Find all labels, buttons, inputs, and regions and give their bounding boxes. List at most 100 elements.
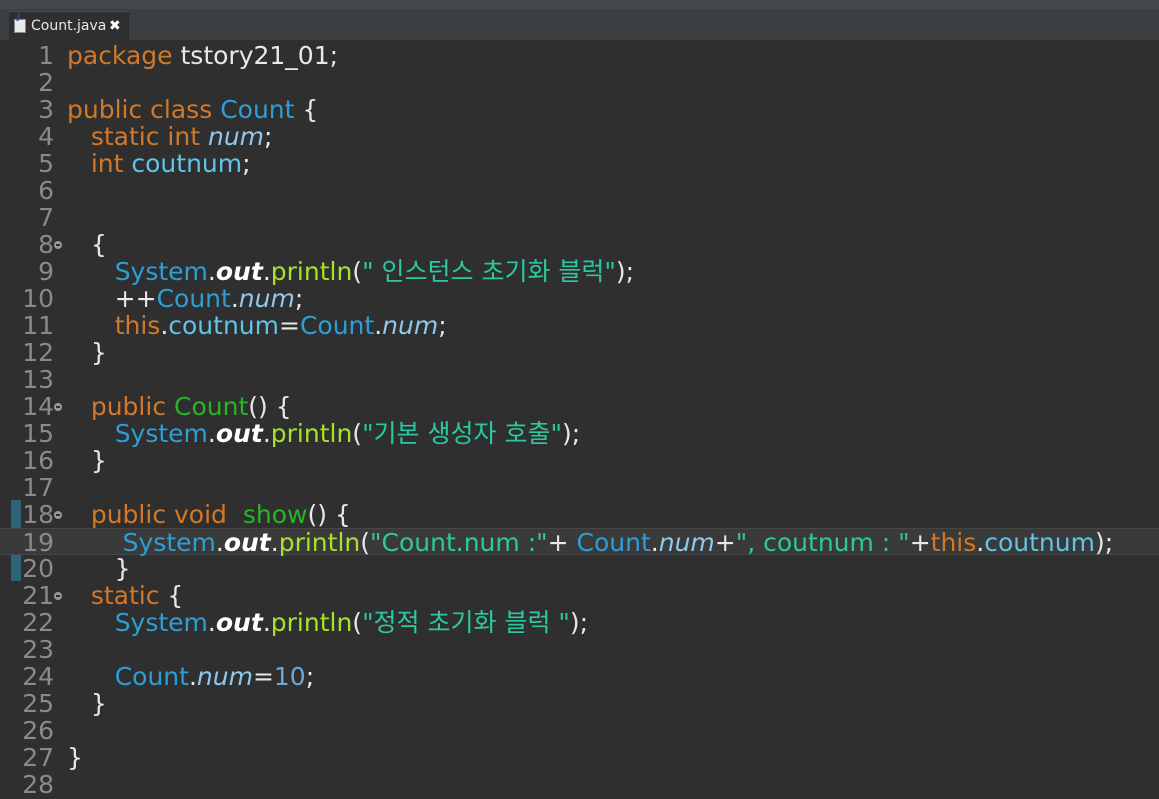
- line-number: 25: [22, 689, 54, 718]
- code-editor[interactable]: 1 package tstory21_01; 2 3 public class Coun…: [0, 40, 1159, 798]
- code-token: coutnum: [168, 311, 279, 340]
- code-token: out: [223, 528, 271, 557]
- code-text: }: [67, 447, 107, 474]
- code-line[interactable]: 2: [0, 69, 1159, 96]
- code-line[interactable]: 21 static {: [0, 582, 1159, 609]
- code-token: ;: [294, 284, 304, 313]
- code-line[interactable]: 17: [0, 474, 1159, 501]
- code-text: }: [67, 690, 107, 717]
- code-text: package tstory21_01;: [67, 42, 338, 69]
- code-line[interactable]: 3 public class Count {: [0, 96, 1159, 123]
- code-token: {: [294, 95, 319, 124]
- collapse-icon[interactable]: [54, 241, 62, 249]
- code-line[interactable]: 18 public void show() {: [0, 501, 1159, 528]
- code-line[interactable]: 13: [0, 366, 1159, 393]
- line-number: 22: [22, 608, 54, 637]
- code-token: );: [615, 257, 635, 286]
- code-token: .: [262, 257, 271, 286]
- tab-count-java[interactable]: Count.java ✖: [9, 11, 129, 41]
- code-line[interactable]: 24 Count.num=10;: [0, 663, 1159, 690]
- code-text: public class Count {: [67, 96, 318, 123]
- code-line[interactable]: 20 }: [0, 555, 1159, 582]
- code-line[interactable]: 14 public Count() {: [0, 393, 1159, 420]
- code-token: Count: [114, 662, 189, 691]
- code-token: println: [270, 419, 353, 448]
- code-line[interactable]: 16 }: [0, 447, 1159, 474]
- code-token: ;: [438, 311, 447, 340]
- code-token: (: [352, 257, 363, 286]
- code-token: {: [67, 230, 107, 259]
- code-line[interactable]: 25 }: [0, 690, 1159, 717]
- line-number: 11: [22, 311, 54, 340]
- code-line[interactable]: 6: [0, 177, 1159, 204]
- code-token: {: [159, 581, 184, 610]
- code-text: System.out.println(" 인스턴스 초기화 블럭");: [67, 258, 634, 285]
- line-number: 18: [22, 500, 54, 529]
- code-token: (: [352, 608, 363, 637]
- code-token: public void: [90, 500, 227, 529]
- code-token: System: [114, 608, 208, 637]
- code-line[interactable]: 26: [0, 717, 1159, 744]
- code-line[interactable]: 12 }: [0, 339, 1159, 366]
- line-number: 10: [22, 284, 54, 313]
- code-line[interactable]: 10 ++Count.num;: [0, 285, 1159, 312]
- code-token: coutnum: [984, 528, 1095, 557]
- code-token: Count: [156, 284, 231, 313]
- line-number: 16: [22, 446, 54, 475]
- line-number: 3: [38, 95, 54, 124]
- code-token: System: [122, 528, 216, 557]
- code-line[interactable]: 15 System.out.println("기본 생성자 호출");: [0, 420, 1159, 447]
- code-token: .: [230, 284, 239, 313]
- code-line[interactable]: 8 {: [0, 231, 1159, 258]
- line-number: 28: [22, 770, 54, 799]
- code-token: package: [67, 41, 173, 70]
- code-token: int: [90, 149, 124, 178]
- code-token: " 인스턴스 초기화 블럭": [362, 257, 616, 286]
- code-token: this: [930, 528, 977, 557]
- code-text: System.out.println("기본 생성자 호출");: [67, 420, 580, 447]
- code-token: 10: [273, 662, 306, 691]
- code-line[interactable]: 11 this.coutnum=Count.num;: [0, 312, 1159, 339]
- code-text: }: [67, 744, 83, 771]
- code-text: }: [67, 555, 131, 582]
- code-line[interactable]: 27}: [0, 744, 1159, 771]
- code-token: }: [67, 743, 83, 772]
- code-line[interactable]: 1 package tstory21_01;: [0, 42, 1159, 69]
- code-token: System: [114, 257, 208, 286]
- collapse-icon[interactable]: [54, 403, 62, 411]
- line-number: 2: [38, 68, 54, 97]
- code-line[interactable]: 19 System.out.println("Count.num :"+ Cou…: [0, 528, 1159, 557]
- code-token: static int: [90, 122, 201, 151]
- line-number: 12: [22, 338, 54, 367]
- code-token: System: [114, 419, 208, 448]
- tab-label: Count.java: [31, 18, 107, 34]
- code-line[interactable]: 4 static int num;: [0, 123, 1159, 150]
- code-line[interactable]: 7: [0, 204, 1159, 231]
- code-line[interactable]: 28: [0, 771, 1159, 798]
- code-line[interactable]: 23: [0, 636, 1159, 663]
- code-line[interactable]: 5 int coutnum;: [0, 150, 1159, 177]
- code-token: =: [252, 662, 274, 691]
- code-token: ;: [264, 122, 273, 151]
- code-text: System.out.println("Count.num :"+ Count.…: [67, 528, 1114, 557]
- code-text: int coutnum;: [67, 150, 251, 177]
- collapse-icon[interactable]: [54, 511, 62, 519]
- line-number: 27: [22, 743, 54, 772]
- close-icon[interactable]: ✖: [109, 12, 121, 40]
- code-line[interactable]: 22 System.out.println("정적 초기화 블럭 ");: [0, 609, 1159, 636]
- line-number: 13: [22, 365, 54, 394]
- code-token: out: [215, 608, 263, 637]
- collapse-icon[interactable]: [54, 592, 62, 600]
- code-token: static: [90, 581, 160, 610]
- code-token: ;: [305, 662, 315, 691]
- code-line[interactable]: 9 System.out.println(" 인스턴스 초기화 블럭");: [0, 258, 1159, 285]
- code-token: +: [909, 528, 931, 557]
- code-token: .: [207, 419, 216, 448]
